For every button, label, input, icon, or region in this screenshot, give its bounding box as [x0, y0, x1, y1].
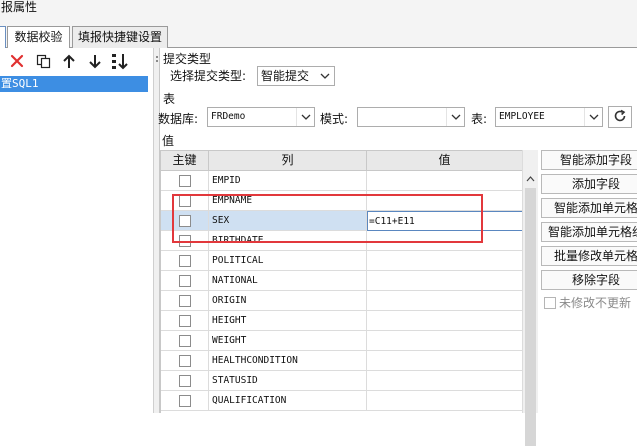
add-field-button[interactable]: 添加字段	[541, 174, 637, 194]
tab-fill-shortcut-settings[interactable]: 填报快捷键设置	[72, 26, 168, 48]
column-header-column[interactable]: 列	[209, 151, 367, 171]
column-name-cell[interactable]: EMPID	[209, 171, 367, 191]
sort-icon[interactable]	[111, 52, 129, 70]
value-cell[interactable]	[367, 351, 522, 371]
primary-key-checkbox[interactable]	[179, 175, 191, 187]
database-label: 数据库:	[158, 112, 199, 126]
value-cell[interactable]	[367, 291, 522, 311]
value-cell[interactable]	[367, 271, 522, 291]
primary-key-checkbox[interactable]	[179, 375, 191, 387]
table-section-label: 表	[163, 92, 176, 106]
value-cell[interactable]	[367, 171, 522, 191]
database-select[interactable]: FRDemo	[207, 107, 315, 127]
scroll-up-icon[interactable]	[523, 171, 538, 187]
table-row[interactable]: ORIGIN	[161, 291, 522, 311]
table-row[interactable]: POLITICAL	[161, 251, 522, 271]
table-row[interactable]: NATIONAL	[161, 271, 522, 291]
column-name-cell[interactable]: HEALTHCONDITION	[209, 351, 367, 371]
submit-type-section-label: 提交类型	[163, 52, 212, 66]
no-update-if-unmodified-checkbox[interactable]: 未修改不更新	[544, 295, 631, 311]
column-header-key[interactable]: 主键	[161, 151, 209, 171]
column-name-cell[interactable]: WEIGHT	[209, 331, 367, 351]
batch-modify-cells-button[interactable]: 批量修改单元格	[541, 246, 637, 266]
primary-key-checkbox[interactable]	[179, 255, 191, 267]
key-cell	[161, 351, 209, 371]
key-cell	[161, 391, 209, 411]
table-row[interactable]: HEALTHCONDITION	[161, 351, 522, 371]
table-row[interactable]: QUALIFICATION	[161, 391, 522, 411]
refresh-icon	[613, 109, 627, 126]
arrow-up-icon[interactable]	[60, 52, 78, 70]
primary-key-checkbox[interactable]	[179, 315, 191, 327]
key-cell	[161, 171, 209, 191]
column-name-cell[interactable]: HEIGHT	[209, 311, 367, 331]
value-cell[interactable]	[367, 391, 522, 411]
scrollbar-thumb[interactable]	[525, 188, 536, 446]
primary-key-checkbox[interactable]	[179, 355, 191, 367]
column-name-cell[interactable]: STATUSID	[209, 371, 367, 391]
sql-list-pane	[0, 48, 154, 413]
arrow-down-icon[interactable]	[86, 52, 104, 70]
value-cell[interactable]	[367, 371, 522, 391]
chevron-down-icon	[584, 108, 602, 126]
chevron-down-icon	[296, 108, 314, 126]
smart-add-cell-group-button[interactable]: 智能添加单元格组	[541, 222, 637, 242]
value-cell[interactable]	[367, 331, 522, 351]
table-row[interactable]: WEIGHT	[161, 331, 522, 351]
key-cell	[161, 251, 209, 271]
submit-type-select[interactable]: 智能提交	[257, 66, 335, 86]
key-cell	[161, 371, 209, 391]
tab-previous-stub[interactable]	[0, 26, 6, 48]
checkbox-box[interactable]	[544, 297, 556, 309]
value-cell[interactable]	[367, 251, 522, 271]
key-cell	[161, 331, 209, 351]
key-cell	[161, 311, 209, 331]
key-cell	[161, 271, 209, 291]
column-name-cell[interactable]: POLITICAL	[209, 251, 367, 271]
column-header-value[interactable]: 值	[367, 151, 522, 171]
field-mapping-table: 主键 列 值 EMPID EMPNAME SEX =C11+E11 BIRTHDATE P…	[160, 150, 522, 413]
submit-type-label: 选择提交类型:	[170, 69, 247, 83]
schema-label: 模式:	[320, 112, 349, 126]
chevron-down-icon	[446, 108, 464, 126]
table-row[interactable]: HEIGHT	[161, 311, 522, 331]
table-select[interactable]: EMPLOYEE	[495, 107, 603, 127]
list-item-sql1[interactable]: 置SQL1	[0, 76, 148, 92]
close-icon[interactable]	[8, 52, 26, 70]
table-value: EMPLOYEE	[499, 111, 545, 122]
column-name-cell[interactable]: QUALIFICATION	[209, 391, 367, 411]
chevron-down-icon	[316, 67, 334, 85]
checkbox-label: 未修改不更新	[559, 296, 632, 310]
primary-key-checkbox[interactable]	[179, 275, 191, 287]
column-name-cell[interactable]: NATIONAL	[209, 271, 367, 291]
submit-type-value: 智能提交	[261, 69, 310, 83]
database-value: FRDemo	[211, 111, 246, 122]
table-row[interactable]: EMPID	[161, 171, 522, 191]
table-row[interactable]: STATUSID	[161, 371, 522, 391]
refresh-button[interactable]	[608, 106, 632, 128]
table-scrollbar[interactable]	[522, 150, 538, 446]
value-section-label: 值	[162, 134, 175, 148]
copy-icon[interactable]	[34, 52, 52, 70]
remove-field-button[interactable]: 移除字段	[541, 270, 637, 290]
window-title: 报属性	[0, 0, 637, 18]
table-label: 表:	[471, 112, 488, 126]
value-cell[interactable]	[367, 311, 522, 331]
smart-add-fields-button[interactable]: 智能添加字段	[541, 150, 637, 170]
highlight-annotation-box	[172, 194, 483, 243]
smart-add-cells-button[interactable]: 智能添加单元格	[541, 198, 637, 218]
primary-key-checkbox[interactable]	[179, 395, 191, 407]
key-cell	[161, 291, 209, 311]
primary-key-checkbox[interactable]	[179, 295, 191, 307]
primary-key-checkbox[interactable]	[179, 335, 191, 347]
column-name-cell[interactable]: ORIGIN	[209, 291, 367, 311]
schema-select[interactable]	[357, 107, 465, 127]
tab-data-validation[interactable]: 数据校验	[7, 26, 70, 49]
